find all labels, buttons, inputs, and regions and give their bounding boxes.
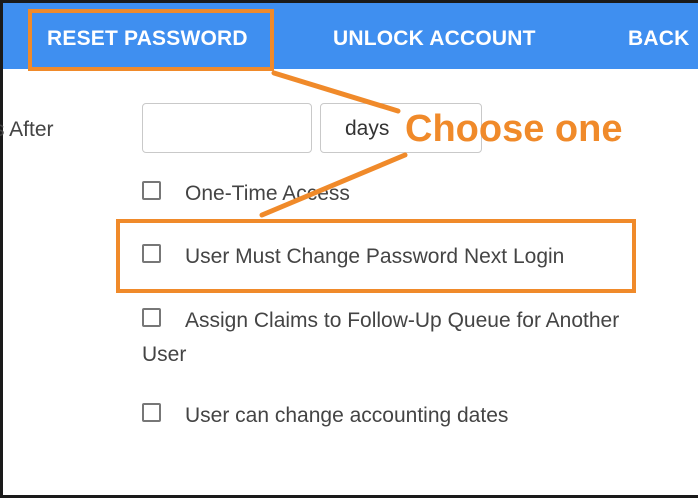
annotation-arrows	[259, 70, 408, 218]
annotation-line-to-reset	[271, 70, 401, 114]
annotation-line-to-checkbox	[259, 152, 408, 218]
annotation-choose-one-text: Choose one	[405, 108, 623, 150]
